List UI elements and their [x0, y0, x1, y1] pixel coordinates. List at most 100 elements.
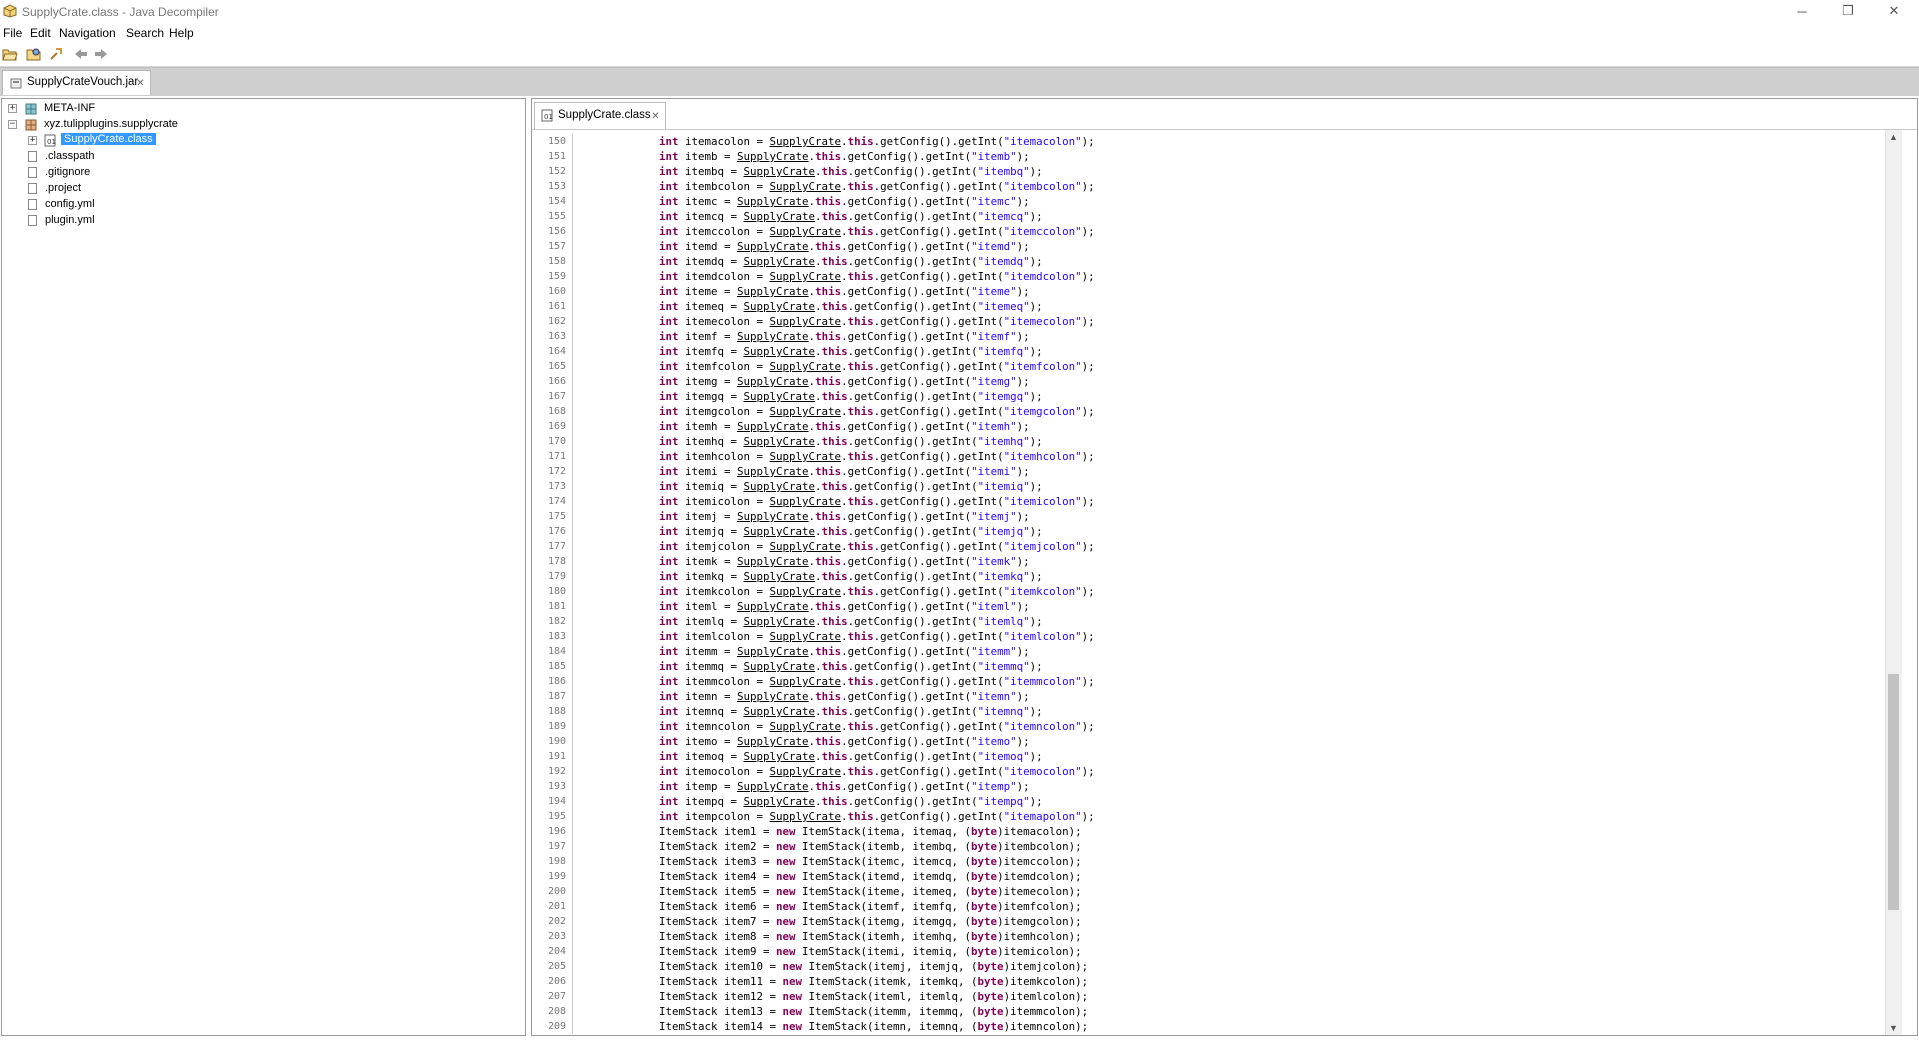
code-line: int itemdcolon = SupplyCrate.this.getCon…: [659, 270, 1095, 283]
code-line: int itemkq = SupplyCrate.this.getConfig(…: [659, 570, 1043, 583]
close-tab-icon[interactable]: ✕: [651, 112, 660, 122]
line-number: 202: [547, 916, 566, 927]
expand-icon[interactable]: +: [8, 104, 17, 113]
code-line: int itemgcolon = SupplyCrate.this.getCon…: [659, 405, 1095, 418]
code-line: ItemStack item3 = new ItemStack(itemc, i…: [659, 855, 1082, 868]
code-line: ItemStack item7 = new ItemStack(itemg, i…: [659, 915, 1082, 928]
close-tab-icon[interactable]: ✕: [136, 79, 145, 89]
tree-item-label: plugin.yml: [45, 214, 95, 226]
jd-app-icon: [3, 4, 17, 18]
tab-supplycrate-class[interactable]: 01 SupplyCrate.class ✕: [534, 102, 666, 129]
code-line: int itemjq = SupplyCrate.this.getConfig(…: [659, 525, 1043, 538]
line-number: 164: [547, 346, 566, 357]
line-number: 197: [547, 841, 566, 852]
code-line: int itemlcolon = SupplyCrate.this.getCon…: [659, 630, 1095, 643]
tree-item-plugin-yml[interactable]: plugin.yml: [28, 213, 428, 229]
back-arrow-icon[interactable]: [73, 46, 89, 62]
code-line: int itemcq = SupplyCrate.this.getConfig(…: [659, 210, 1043, 223]
code-line: int itemicolon = SupplyCrate.this.getCon…: [659, 495, 1095, 508]
tree-item-supplycrate-class[interactable]: + 01 SupplyCrate.class: [28, 133, 428, 149]
menu-search[interactable]: Search: [126, 26, 164, 40]
forward-arrow-icon[interactable]: [93, 46, 109, 62]
window-title: SupplyCrate.class - Java Decompiler: [22, 5, 219, 19]
close-icon[interactable]: ✕: [1872, 0, 1916, 22]
tree-item-meta-inf[interactable]: + META-INF: [8, 101, 408, 117]
package-icon: [25, 119, 37, 131]
open-type-icon[interactable]: [26, 46, 42, 62]
scroll-up-icon[interactable]: ▲: [1889, 132, 1898, 142]
file-icon: [28, 199, 37, 210]
code-view[interactable]: 150 151 152 153 154 155 156 157 158 159 160 161 162 1…: [532, 134, 1885, 1034]
line-number: 190: [547, 736, 566, 747]
line-number: 199: [547, 871, 566, 882]
code-line: int itemjcolon = SupplyCrate.this.getCon…: [659, 540, 1095, 553]
menu-edit[interactable]: Edit: [30, 26, 51, 40]
scrollbar-thumb[interactable]: [1888, 674, 1899, 910]
line-number: 180: [547, 586, 566, 597]
class-file-icon: 01: [44, 134, 56, 147]
line-number: 206: [547, 976, 566, 987]
line-number: 196: [547, 826, 566, 837]
minimize-icon[interactable]: ─: [1780, 0, 1824, 22]
tree-item-label: META-INF: [44, 102, 96, 114]
code-line: int itemo = SupplyCrate.this.getConfig()…: [659, 735, 1030, 748]
tab-supplycratevouch-jar[interactable]: SupplyCrateVouch.jar ✕: [2, 70, 151, 95]
line-number: 189: [547, 721, 566, 732]
editor-tab-bar: 01 SupplyCrate.class ✕: [532, 99, 1917, 130]
file-icon: [28, 215, 37, 226]
code-line: int itemn = SupplyCrate.this.getConfig()…: [659, 690, 1030, 703]
line-number: 163: [547, 331, 566, 342]
tree-item-config-yml[interactable]: config.yml: [28, 197, 428, 213]
code-line: int itemi = SupplyCrate.this.getConfig()…: [659, 465, 1030, 478]
editor-tab-label: SupplyCrate.class: [558, 109, 651, 121]
line-number: 150: [547, 136, 566, 147]
line-number: 188: [547, 706, 566, 717]
scroll-down-icon[interactable]: ▼: [1889, 1023, 1898, 1033]
open-file-icon[interactable]: [2, 46, 18, 62]
expand-icon[interactable]: +: [28, 136, 37, 145]
line-number: 162: [547, 316, 566, 327]
line-number: 205: [547, 961, 566, 972]
svg-text:01: 01: [544, 113, 553, 121]
line-number: 175: [547, 511, 566, 522]
menu-help[interactable]: Help: [169, 26, 194, 40]
line-number: 172: [547, 466, 566, 477]
line-number: 157: [547, 241, 566, 252]
tree-item-label: .gitignore: [45, 166, 91, 178]
menu-file[interactable]: File: [3, 26, 22, 40]
code-line: ItemStack item8 = new ItemStack(itemh, i…: [659, 930, 1082, 943]
tree-item-label: SupplyCrate.class: [61, 133, 156, 145]
line-number: 184: [547, 646, 566, 657]
line-number: 170: [547, 436, 566, 447]
tree-item-package[interactable]: − xyz.tulipplugins.supplycrate: [8, 117, 408, 133]
code-line: ItemStack item12 = new ItemStack(iteml, …: [659, 990, 1089, 1003]
line-number: 198: [547, 856, 566, 867]
code-line: int itemmq = SupplyCrate.this.getConfig(…: [659, 660, 1043, 673]
search-icon[interactable]: [48, 46, 64, 62]
collapse-icon[interactable]: −: [8, 120, 17, 129]
restore-icon[interactable]: ❐: [1826, 0, 1870, 22]
class-file-icon: 01: [541, 109, 553, 122]
tree-item-classpath[interactable]: .classpath: [28, 149, 428, 165]
menu-navigation[interactable]: Navigation: [59, 26, 116, 40]
code-line: int itemoq = SupplyCrate.this.getConfig(…: [659, 750, 1043, 763]
line-number: 203: [547, 931, 566, 942]
line-number: 167: [547, 391, 566, 402]
menu-bar: File Edit Navigation Search Help: [0, 24, 1919, 42]
line-number: 161: [547, 301, 566, 312]
line-number: 195: [547, 811, 566, 822]
code-line: ItemStack item5 = new ItemStack(iteme, i…: [659, 885, 1082, 898]
code-line: int itemb = SupplyCrate.this.getConfig()…: [659, 150, 1030, 163]
tree-item-gitignore[interactable]: .gitignore: [28, 165, 428, 181]
editor-panel: 01 SupplyCrate.class ✕ 150 151 152 153 154 15…: [531, 98, 1918, 1036]
vertical-scrollbar[interactable]: ▲ ▼: [1885, 130, 1902, 1035]
file-icon: [28, 183, 37, 194]
tree-item-project[interactable]: .project: [28, 181, 428, 197]
code-line: ItemStack item10 = new ItemStack(itemj, …: [659, 960, 1089, 973]
title-bar: SupplyCrate.class - Java Decompiler ─ ❐ …: [0, 0, 1919, 24]
code-line: int itemiq = SupplyCrate.this.getConfig(…: [659, 480, 1043, 493]
line-number: 183: [547, 631, 566, 642]
code-line: int itemd = SupplyCrate.this.getConfig()…: [659, 240, 1030, 253]
line-number: 186: [547, 676, 566, 687]
code-line: int itemncolon = SupplyCrate.this.getCon…: [659, 720, 1095, 733]
